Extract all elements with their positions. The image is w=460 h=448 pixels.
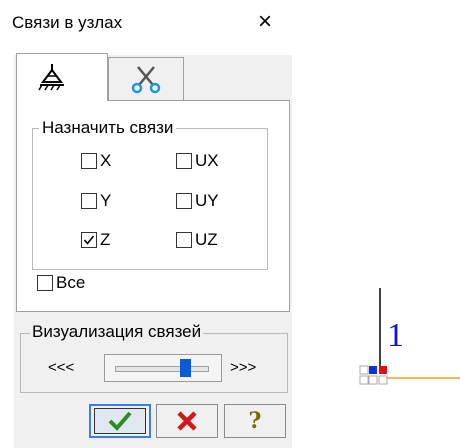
node-number-label: 1 (387, 317, 404, 354)
slider-track (115, 366, 209, 372)
checkbox-box[interactable] (81, 232, 97, 248)
checkmark-icon (108, 411, 132, 431)
checkbox-label: UX (195, 151, 219, 170)
close-button[interactable]: × (252, 9, 278, 35)
checkbox-label: UY (195, 191, 219, 210)
checkbox-box[interactable] (176, 153, 192, 169)
increase-arrow-button[interactable]: >>> (230, 359, 256, 376)
checkbox-label: Z (100, 230, 111, 249)
assign-group-frame (32, 128, 268, 270)
check-mark-icon (83, 235, 95, 245)
tab-scissors[interactable] (108, 57, 184, 101)
dof-cell-blue (369, 366, 377, 374)
ok-button[interactable] (89, 404, 151, 438)
checkbox-label: X (100, 151, 112, 170)
checkbox-all[interactable]: Все (37, 273, 85, 293)
support-constraint-icon (38, 64, 64, 91)
checkbox-box[interactable] (37, 275, 53, 291)
help-button[interactable]: ? (224, 404, 286, 438)
tab-constraints[interactable] (16, 53, 108, 101)
cancel-button[interactable] (156, 404, 218, 438)
dialog-title: Связи в узлах (12, 13, 123, 32)
slider-thumb[interactable] (179, 359, 191, 377)
visualization-group-legend: Визуализация связей (30, 322, 204, 342)
checkbox-z[interactable]: Z (81, 230, 110, 250)
checkbox-uz[interactable]: UZ (176, 230, 218, 250)
assign-group-legend: Назначить связи (39, 118, 177, 138)
checkbox-box[interactable] (176, 232, 192, 248)
checkbox-label: UZ (195, 230, 218, 249)
visualization-slider[interactable] (104, 354, 222, 382)
checkbox-box[interactable] (81, 153, 97, 169)
checkbox-label: Y (100, 191, 112, 210)
checkbox-label: Все (56, 273, 86, 292)
checkbox-box[interactable] (176, 193, 192, 209)
title-bar: Связи в узлах × (0, 0, 298, 48)
checkbox-y[interactable]: Y (81, 191, 111, 211)
checkbox-uy[interactable]: UY (176, 191, 219, 211)
dof-cell-red (379, 366, 387, 374)
dof-cell (378, 375, 388, 385)
help-label: ? (248, 408, 262, 434)
decrease-arrow-button[interactable]: <<< (48, 359, 74, 376)
dof-cell (359, 375, 369, 385)
checkbox-box[interactable] (81, 193, 97, 209)
dof-cell (368, 375, 378, 385)
checkbox-ux[interactable]: UX (176, 151, 219, 171)
dof-cell (359, 365, 369, 375)
red-x-icon (177, 411, 197, 431)
ok-button-face (94, 408, 146, 434)
checkbox-x[interactable]: X (81, 151, 111, 171)
node-graphic[interactable] (298, 0, 460, 448)
constraints-dialog: Связи в узлах × Назначить связи X UX Y U… (0, 0, 298, 448)
visualization-group: Визуализация связей <<< >>> (20, 322, 288, 393)
scissors-icon (131, 66, 161, 94)
